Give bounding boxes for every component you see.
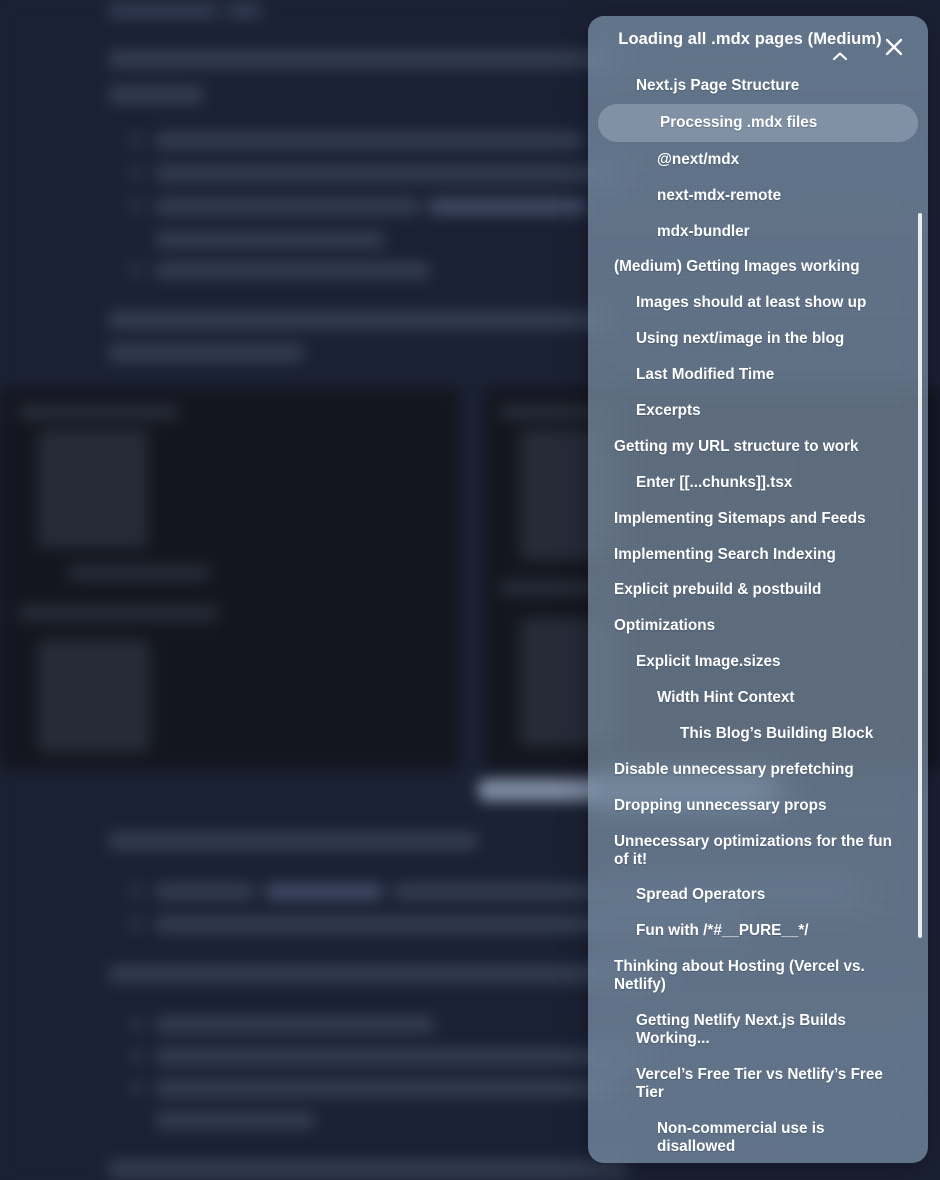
table-of-contents-panel: Loading all .mdx pages (Medium) Next.js …: [588, 16, 928, 1163]
toc-item[interactable]: Explicit prebuild & postbuild: [588, 572, 928, 608]
toc-item[interactable]: Next.js Page Structure: [588, 68, 928, 104]
toc-item[interactable]: Spread Operators: [588, 877, 928, 913]
toc-item[interactable]: Images should at least show up: [588, 285, 928, 321]
toc-scroll-container[interactable]: Loading all .mdx pages (Medium) Next.js …: [588, 16, 928, 1163]
toc-item-list: Next.js Page Structure Processing .mdx fi…: [588, 62, 928, 1163]
toc-item[interactable]: Excerpts: [588, 393, 928, 429]
vertical-scrollbar[interactable]: [918, 213, 922, 938]
toc-item[interactable]: Enter [[...chunks]].tsx: [588, 465, 928, 501]
toc-item[interactable]: Width Hint Context: [588, 680, 928, 716]
toc-header: Loading all .mdx pages (Medium): [588, 16, 928, 62]
toc-item[interactable]: Vercel’s Free Tier vs Netlify’s Free Tie…: [588, 1057, 928, 1111]
toc-item[interactable]: @next/mdx: [588, 142, 928, 178]
toc-item[interactable]: Implementing Search Indexing: [588, 537, 928, 573]
toc-item[interactable]: mdx-bundler: [588, 214, 928, 250]
toc-item[interactable]: Getting Netlify Next.js Builds Working..…: [588, 1003, 928, 1057]
toc-item[interactable]: Fun with /*#__PURE__*/: [588, 913, 928, 949]
panel-title: Loading all .mdx pages (Medium): [618, 30, 882, 48]
toc-item[interactable]: Last Modified Time: [588, 357, 928, 393]
toc-item[interactable]: Dropping unnecessary props: [588, 788, 928, 824]
toc-item[interactable]: Disable unnecessary prefetching: [588, 752, 928, 788]
toc-item[interactable]: Thinking about Hosting (Vercel vs. Netli…: [588, 949, 928, 1003]
close-icon[interactable]: [880, 33, 908, 61]
chevron-up-icon[interactable]: [831, 50, 849, 62]
toc-item[interactable]: Explicit Image.sizes: [588, 644, 928, 680]
toc-item[interactable]: Unnecessary optimizations for the fun of…: [588, 824, 928, 878]
toc-item[interactable]: This Blog’s Building Block: [588, 716, 928, 752]
toc-item[interactable]: Implementing Sitemaps and Feeds: [588, 501, 928, 537]
toc-item[interactable]: Getting my URL structure to work: [588, 429, 928, 465]
toc-item[interactable]: Using next/image in the blog: [588, 321, 928, 357]
toc-item[interactable]: (Medium) Getting Images working: [588, 249, 928, 285]
toc-item[interactable]: Optimizations: [588, 608, 928, 644]
toc-item[interactable]: next-mdx-remote: [588, 178, 928, 214]
toc-item[interactable]: Processing .mdx files: [598, 103, 918, 142]
screen: Loading all .mdx pages (Medium) Next.js …: [0, 0, 940, 1180]
toc-item[interactable]: Non-commercial use is disallowed: [588, 1111, 928, 1163]
